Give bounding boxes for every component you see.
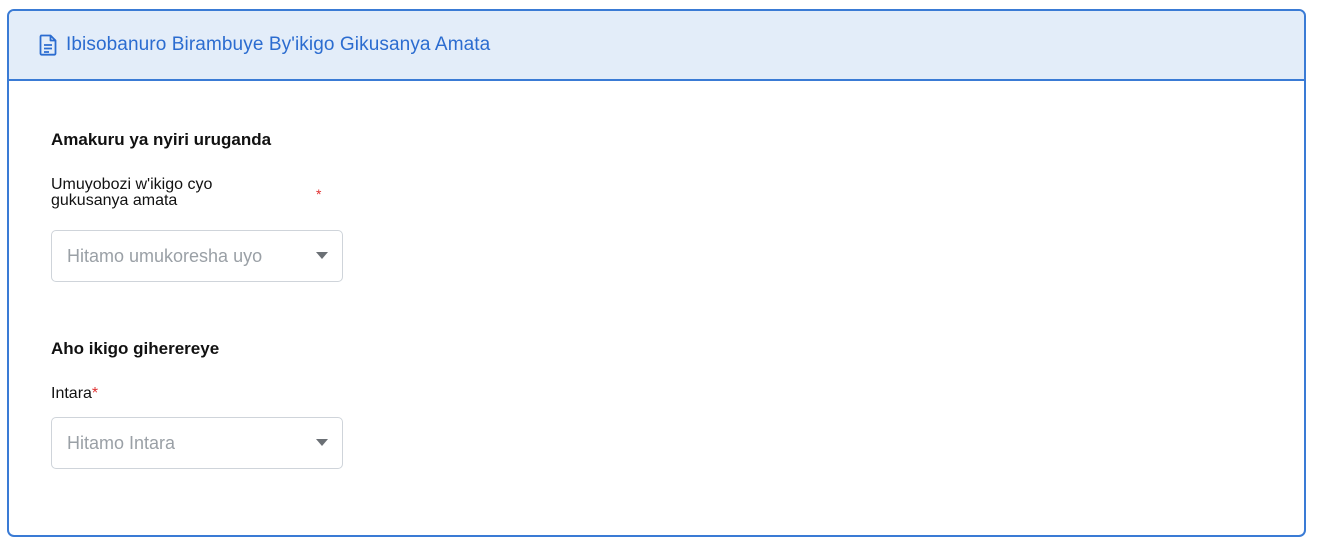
caret-down-icon (316, 439, 328, 446)
manager-field-label: Umuyobozi w'ikigo cyo gukusanya amata (51, 177, 212, 209)
province-label-text: Intara (51, 385, 92, 402)
owner-section-heading: Amakuru ya nyiri uruganda (51, 130, 272, 149)
manager-label-line2: gukusanya amata (51, 192, 178, 209)
document-icon (39, 34, 57, 56)
manager-select[interactable]: Hitamo umukoresha uyo (51, 230, 343, 282)
location-section-heading: Aho ikigo giherereye (51, 339, 220, 358)
province-field-label: Intara* (51, 386, 98, 402)
card-header: Ibisobanuro Birambuye By'ikigo Gikusanya… (9, 11, 1304, 81)
card-title: Ibisobanuro Birambuye By'ikigo Gikusanya… (66, 34, 491, 55)
province-select[interactable]: Hitamo Intara (51, 417, 343, 469)
province-select-placeholder: Hitamo Intara (67, 432, 176, 453)
caret-down-icon (316, 252, 328, 259)
collection-center-details-card: Ibisobanuro Birambuye By'ikigo Gikusanya… (7, 9, 1306, 537)
manager-required-mark: * (316, 186, 322, 202)
manager-select-placeholder: Hitamo umukoresha uyo (67, 245, 263, 266)
manager-label-line1: Umuyobozi w'ikigo cyo (51, 176, 213, 193)
province-required-mark: * (91, 385, 99, 402)
